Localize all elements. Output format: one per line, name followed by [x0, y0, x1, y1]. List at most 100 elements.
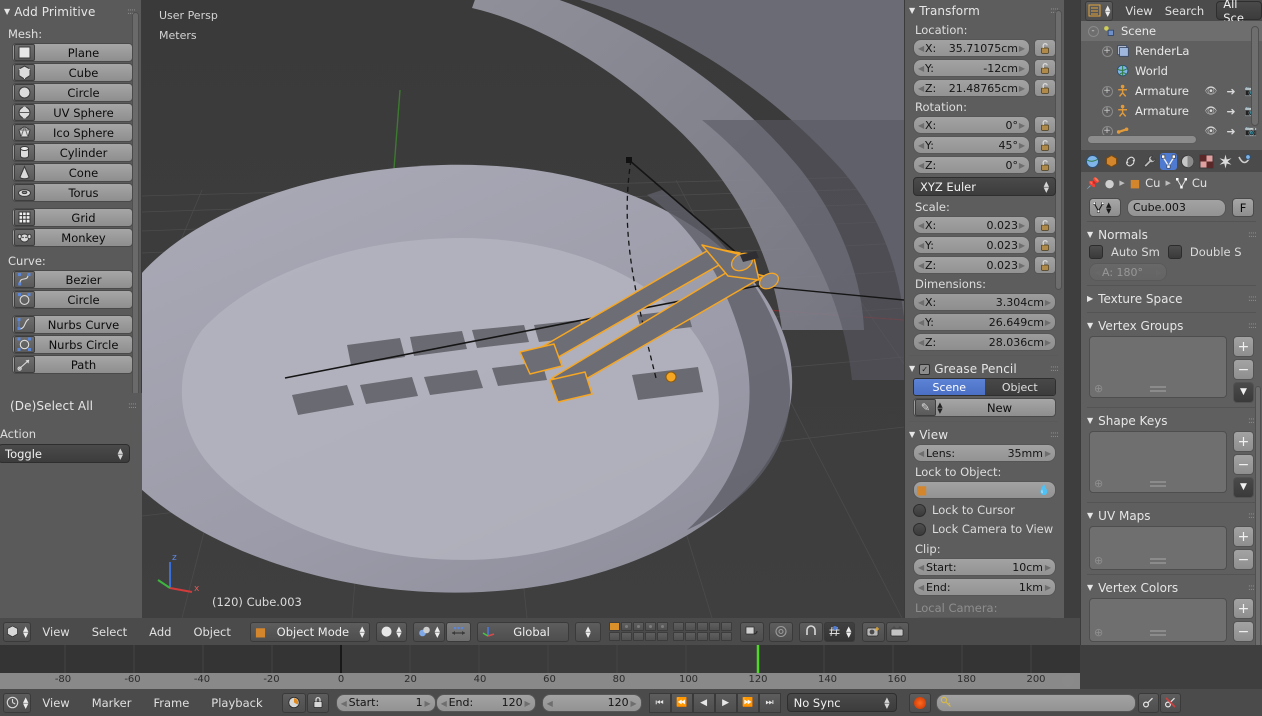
viewport-menu-select[interactable]: Select — [81, 625, 138, 639]
shape-key-remove-button[interactable]: − — [1233, 454, 1254, 475]
primitive-button-plane[interactable]: Plane — [12, 43, 133, 62]
left-arrow-icon[interactable]: ◀ — [918, 261, 924, 270]
lock-toggle[interactable] — [1034, 216, 1056, 234]
primitive-button-uv-sphere[interactable]: UV Sphere — [12, 103, 133, 122]
auto-smooth-checkbox[interactable] — [1089, 245, 1103, 259]
gp-tab-object[interactable]: Object — [984, 379, 1055, 395]
rotation-mode-dropdown[interactable]: XYZ Euler ▲ ▼ — [913, 177, 1056, 196]
scene-icon[interactable]: ● — [1105, 177, 1115, 190]
3d-viewport[interactable]: User Persp Meters z x (120) Cube.003 — [142, 0, 904, 618]
timeline-menu-playback[interactable]: Playback — [200, 696, 273, 710]
uv-maps-list[interactable]: ⊕ — [1089, 526, 1227, 570]
left-arrow-icon[interactable]: ◀ — [918, 563, 924, 572]
right-arrow-icon[interactable]: ▶ — [1045, 563, 1051, 572]
uv-map-add-button[interactable]: + — [1233, 526, 1254, 547]
resize-grabber-icon[interactable] — [1150, 558, 1166, 564]
resize-grabber-icon[interactable] — [1150, 630, 1166, 636]
outliner-horizontal-scrollbar[interactable] — [1087, 135, 1197, 144]
right-arrow-icon[interactable]: ▶ — [1019, 84, 1025, 93]
add-inline-icon[interactable]: ⊕ — [1094, 626, 1103, 639]
scene-layers-group-2[interactable] — [673, 622, 733, 641]
layer-cell[interactable] — [709, 622, 721, 631]
outliner-expander[interactable] — [1099, 64, 1115, 78]
transform-field[interactable]: ◀ Y: 45° ▶ — [913, 136, 1030, 154]
texture-tab[interactable] — [1198, 153, 1215, 170]
layer-cell[interactable] — [721, 622, 733, 631]
outliner-row[interactable]: + RenderLa — [1081, 41, 1262, 61]
object-tab[interactable] — [1103, 153, 1120, 170]
layer-cell[interactable] — [673, 632, 685, 641]
primitive-button-monkey[interactable]: Monkey — [12, 228, 133, 247]
left-arrow-icon[interactable]: ◀ — [918, 298, 924, 307]
right-arrow-icon[interactable]: ▶ — [1019, 261, 1025, 270]
layer-cell[interactable] — [633, 622, 645, 631]
vertex-groups-section-header[interactable]: ▼ Vertex Groups :::: — [1081, 316, 1262, 336]
left-arrow-icon[interactable]: ◀ — [918, 44, 924, 53]
editor-type-selector[interactable]: ▲ ▼ — [3, 621, 32, 642]
layer-cell[interactable] — [633, 632, 645, 641]
left-arrow-icon[interactable]: ◀ — [1094, 268, 1100, 277]
add-primitive-panel-header[interactable]: ▼ Add Primitive :::: — [0, 3, 141, 21]
primitive-button-nurbs-circle[interactable]: Nurbs Circle — [12, 335, 133, 354]
material-tab[interactable] — [1179, 153, 1196, 170]
layer-cell[interactable] — [621, 632, 633, 641]
layer-cell[interactable] — [685, 632, 697, 641]
visibility-eye-icon[interactable]: 👁 — [1201, 86, 1221, 97]
lens-field[interactable]: ◀ Lens: 35mm ▶ — [913, 444, 1056, 462]
layer-cell[interactable] — [621, 622, 633, 631]
viewport-menu-object[interactable]: Object — [182, 625, 241, 639]
add-inline-icon[interactable]: ⊕ — [1094, 382, 1103, 395]
right-arrow-icon[interactable]: ▶ — [1019, 121, 1025, 130]
right-arrow-icon[interactable]: ▶ — [1045, 318, 1051, 327]
outliner-menu-view[interactable]: View — [1125, 4, 1152, 18]
lock-to-cursor-checkbox[interactable] — [913, 503, 926, 517]
layer-cell[interactable] — [721, 632, 733, 641]
pin-icon[interactable]: 📌 — [1086, 177, 1100, 190]
fake-user-button[interactable]: F — [1232, 198, 1254, 217]
vertex-colors-list[interactable]: ⊕ — [1089, 598, 1227, 642]
grease-pencil-checkbox[interactable]: ✓ — [919, 363, 931, 375]
scene-layers-group-1[interactable] — [609, 622, 669, 641]
resize-grabber-icon[interactable] — [1150, 386, 1166, 392]
play-reverse-button[interactable]: ◀ — [692, 692, 715, 713]
vertex-group-add-button[interactable]: + — [1233, 336, 1254, 357]
transform-field[interactable]: ◀ Z: 28.036cm ▶ — [913, 333, 1056, 351]
snap-toggle[interactable] — [799, 621, 824, 642]
primitive-button-ico-sphere[interactable]: Ico Sphere — [12, 123, 133, 142]
primitive-button-cylinder[interactable]: Cylinder — [12, 143, 133, 162]
lock-toggle[interactable] — [1034, 59, 1056, 77]
visibility-eye-icon[interactable]: 👁 — [1201, 126, 1221, 137]
left-arrow-icon[interactable]: ◀ — [341, 699, 347, 708]
selectability-cursor-icon[interactable]: ➜ — [1221, 85, 1241, 98]
layer-cell[interactable] — [697, 632, 709, 641]
timeline-track-area[interactable] — [0, 645, 1080, 673]
grease-pencil-panel-header[interactable]: ▼ ✓ Grease Pencil :::: — [905, 360, 1064, 378]
lock-camera-checkbox[interactable] — [913, 522, 926, 536]
constraints-tab[interactable] — [1122, 153, 1139, 170]
action-dropdown[interactable]: Toggle ▲ ▼ — [0, 444, 130, 463]
grease-pencil-new-button[interactable]: ✎ ▲ ▼ New — [913, 398, 1056, 417]
layer-cell[interactable] — [673, 622, 685, 631]
timeline-menu-marker[interactable]: Marker — [81, 696, 143, 710]
primitive-button-torus[interactable]: Torus — [12, 183, 133, 202]
right-arrow-icon[interactable]: ▶ — [1019, 141, 1025, 150]
add-inline-icon[interactable]: ⊕ — [1094, 554, 1103, 567]
left-arrow-icon[interactable]: ◀ — [547, 699, 553, 708]
right-arrow-icon[interactable]: ▶ — [1019, 161, 1025, 170]
shape-key-add-button[interactable]: + — [1233, 431, 1254, 452]
lock-object-modes-toggle[interactable] — [740, 621, 765, 642]
primitive-button-circle[interactable]: Circle — [12, 83, 133, 102]
right-arrow-icon[interactable]: ▶ — [1045, 583, 1051, 592]
vertex-color-remove-button[interactable]: − — [1233, 621, 1254, 642]
layer-cell[interactable] — [657, 622, 669, 631]
uv-map-remove-button[interactable]: − — [1233, 549, 1254, 570]
jump-to-start-button[interactable]: ⏮ — [648, 692, 671, 713]
transform-field[interactable]: ◀ X: 35.71075cm ▶ — [913, 39, 1030, 57]
current-frame-field[interactable]: ◀ 120 ▶ — [541, 693, 642, 712]
add-inline-icon[interactable]: ⊕ — [1094, 477, 1103, 490]
transform-field[interactable]: ◀ Y: -12cm ▶ — [913, 59, 1030, 77]
left-arrow-icon[interactable]: ◀ — [918, 241, 924, 250]
layer-cell[interactable] — [685, 622, 697, 631]
left-arrow-icon[interactable]: ◀ — [918, 221, 924, 230]
left-arrow-icon[interactable]: ◀ — [441, 699, 447, 708]
